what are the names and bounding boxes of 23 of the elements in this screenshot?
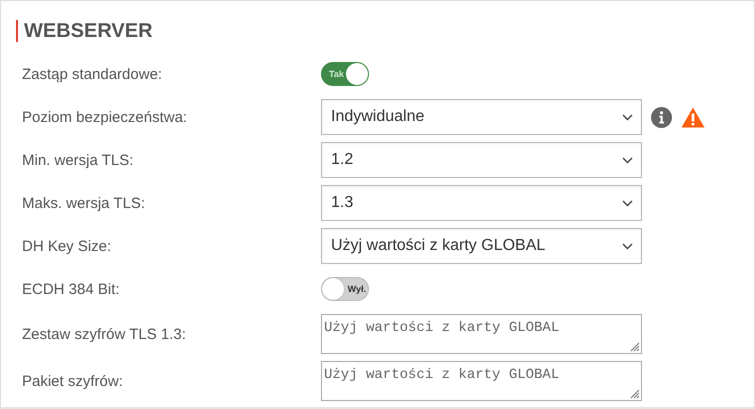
info-icon[interactable]: [651, 106, 672, 128]
text-area[interactable]: Użyj wartości z karty GLOBAL: [321, 361, 642, 401]
section-title: WEBSERVER: [16, 20, 153, 42]
field-label: DH Key Size:: [22, 238, 112, 254]
field-label: Poziom bezpieczeństwa:: [22, 108, 188, 126]
field-label: Min. wersja TLS:: [22, 152, 134, 168]
field-label: ECDH 384 Bit:: [22, 280, 121, 298]
resize-grip-icon[interactable]: [630, 389, 640, 399]
field-label: Zestaw szyfrów TLS 1.3:: [22, 326, 187, 342]
dropdown[interactable]: 1.3: [321, 185, 642, 221]
chevron-down-icon: [622, 156, 633, 164]
toggle-switch[interactable]: Wył.: [321, 277, 369, 301]
field-label: Maks. wersja TLS:: [22, 194, 146, 212]
chevron-down-icon: [622, 242, 633, 250]
text-area[interactable]: Użyj wartości z karty GLOBAL: [321, 314, 642, 354]
dropdown[interactable]: Indywidualne: [321, 99, 642, 135]
chevron-down-icon: [622, 200, 633, 206]
resize-grip-icon[interactable]: [630, 342, 640, 352]
field-label: Pakiet szyfrów:: [22, 372, 124, 390]
field-label: Zastąp standardowe:: [22, 66, 164, 82]
chevron-down-icon: [622, 114, 633, 120]
dropdown[interactable]: Użyj wartości z karty GLOBAL: [321, 228, 642, 264]
dropdown[interactable]: 1.2: [321, 142, 642, 178]
